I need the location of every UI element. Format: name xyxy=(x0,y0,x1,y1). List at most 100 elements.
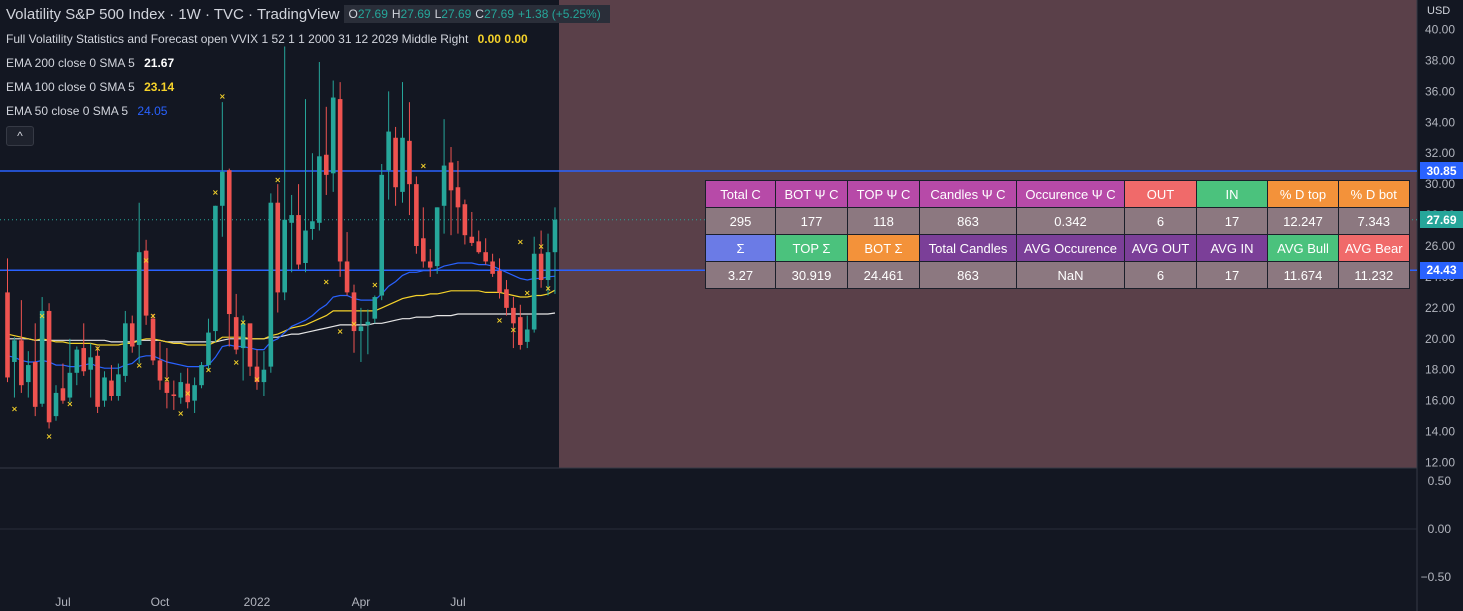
candle-body-33 xyxy=(233,317,239,350)
t-row3-cell-1: TOP Σ xyxy=(775,234,848,262)
time-tick-1: Oct xyxy=(151,595,170,609)
candle-body-1 xyxy=(12,340,17,362)
candle-body-40 xyxy=(282,219,287,293)
table-header-row-1: Total C BOT Ψ C TOP Ψ C Candles Ψ C Occurenc… xyxy=(705,180,1410,208)
ema100-value: 23.14 xyxy=(144,80,175,94)
t-row4-cell-6: 17 xyxy=(1196,261,1268,289)
candle-body-61 xyxy=(427,261,433,268)
chart-root: × × × × × × × × × × × × × × × × × × × × × × × × × × × × × 40.00 38.00… xyxy=(0,0,1463,611)
candle-body-77 xyxy=(538,253,544,281)
price-tick-7: 26.00 xyxy=(1425,239,1455,253)
table-value-row-1: 295 177 118 863 0.342 6 17 12.247 7.343 xyxy=(705,207,1410,235)
indicator-legend[interactable]: Full Volatility Statistics and Forecast … xyxy=(6,32,528,46)
signal-marker-6: × xyxy=(143,256,150,265)
lower-pane-ticks: 0.50 0.00 −0.50 xyxy=(1421,474,1452,584)
t-row4-cell-1: 30.919 xyxy=(775,261,848,289)
candle-body-29 xyxy=(206,332,211,366)
t-row2-cell-7: 12.247 xyxy=(1267,207,1339,235)
candle-body-78 xyxy=(545,252,551,281)
symbol-legend: Volatility S&P 500 Index · 1W · TVC · Tr… xyxy=(6,5,610,23)
t-row2-cell-3: 863 xyxy=(919,207,1017,235)
candle-body-27 xyxy=(192,385,197,401)
candle-body-22 xyxy=(157,360,163,381)
candle-body-69 xyxy=(483,252,488,262)
candle-body-0 xyxy=(5,292,10,378)
t-row4-cell-2: 24.461 xyxy=(847,261,920,289)
candle-body-19 xyxy=(136,252,142,345)
candle-body-47 xyxy=(330,97,336,174)
ema-lines xyxy=(7,262,556,369)
signal-marker-3: × xyxy=(67,400,74,409)
lower-tick-1: 0.00 xyxy=(1428,522,1452,536)
signal-marker-19: × xyxy=(337,327,344,336)
candle-body-37 xyxy=(261,369,267,383)
t-row3-cell-2: BOT Σ xyxy=(847,234,920,262)
candle-body-55 xyxy=(386,131,391,171)
price-tick-14: 12.00 xyxy=(1425,456,1455,470)
candle-body-65 xyxy=(455,187,461,208)
candle-body-66 xyxy=(462,204,468,236)
signal-marker-11: × xyxy=(205,366,212,375)
ohlc-key-0: O xyxy=(348,7,358,21)
candle-body-16 xyxy=(116,374,121,397)
candle-body-74 xyxy=(518,317,523,345)
signal-marker-14: × xyxy=(233,358,240,367)
candle-body-14 xyxy=(102,377,107,401)
ema50-legend[interactable]: EMA 50 close 0 SMA 5 24.05 xyxy=(6,104,167,118)
signal-markers: × × × × × × × × × × × × × × × × × × × × × × × × × × × × × xyxy=(11,92,551,441)
candle-body-71 xyxy=(497,270,502,293)
t-row4-cell-8: 11.232 xyxy=(1338,261,1410,289)
ohlc-value-1: 27.69 xyxy=(400,7,431,21)
signal-marker-24: × xyxy=(510,326,517,335)
t-row3-cell-8: AVG Bear xyxy=(1338,234,1410,262)
price-tick-1: 38.00 xyxy=(1425,53,1455,67)
t-row1-cell-6: IN xyxy=(1196,180,1268,208)
t-row4-cell-0: 3.27 xyxy=(705,261,776,289)
t-row3-cell-7: AVG Bull xyxy=(1267,234,1339,262)
ema50-label: EMA 50 close 0 SMA 5 xyxy=(6,104,129,118)
t-row2-cell-2: 118 xyxy=(847,207,920,235)
candle-body-67 xyxy=(469,236,475,243)
ema200-value: 21.67 xyxy=(144,56,175,70)
ema50-line xyxy=(7,262,556,369)
t-row4-cell-5: 6 xyxy=(1124,261,1197,289)
ema200-label: EMA 200 close 0 SMA 5 xyxy=(6,56,135,70)
ohlc-value-0: 27.69 xyxy=(357,7,388,21)
t-row3-cell-4: AVG Occurence xyxy=(1016,234,1125,262)
candle-body-59 xyxy=(414,184,419,246)
lower-tick-0: 0.50 xyxy=(1428,474,1452,488)
signal-marker-0: × xyxy=(11,404,18,413)
signal-marker-20: × xyxy=(351,319,358,328)
ohlc-key-1: H xyxy=(391,7,401,21)
t-row1-cell-7: % D top xyxy=(1267,180,1339,208)
candle-body-42 xyxy=(296,215,301,265)
candle-body-25 xyxy=(178,382,184,398)
time-tick-0: Jul xyxy=(55,595,70,609)
candle-body-28 xyxy=(199,365,204,386)
chevron-up-icon: ^ xyxy=(17,129,23,143)
candle-body-5 xyxy=(39,310,45,404)
ema200-legend[interactable]: EMA 200 close 0 SMA 5 21.67 xyxy=(6,56,174,70)
time-tick-4: Jul xyxy=(450,595,465,609)
signal-marker-9: × xyxy=(177,409,184,418)
price-tick-11: 18.00 xyxy=(1425,363,1455,377)
chart-svg: × × × × × × × × × × × × × × × × × × × × × × × × × × × × × 40.00 38.00… xyxy=(0,0,1455,611)
candle-body-34 xyxy=(240,323,246,349)
ema100-legend[interactable]: EMA 100 close 0 SMA 5 23.14 xyxy=(6,80,174,94)
candle-body-63 xyxy=(441,165,447,206)
candle-body-73 xyxy=(511,307,516,324)
currency-label[interactable]: USD xyxy=(1427,5,1450,17)
price-tick-10: 20.00 xyxy=(1425,332,1455,346)
ohlc-value-2: 27.69 xyxy=(441,7,472,21)
candle-body-43 xyxy=(303,230,308,264)
collapse-legend-button[interactable]: ^ xyxy=(6,126,34,146)
t-row2-cell-1: 177 xyxy=(775,207,848,235)
price-badge-2: 24.43 xyxy=(1420,261,1463,279)
table-header-row-2: Σ TOP Σ BOT Σ Total Candles AVG Occurence AVG… xyxy=(705,234,1410,262)
price-badge-0: 30.85 xyxy=(1420,162,1463,180)
indicator-label: Full Volatility Statistics and Forecast … xyxy=(6,32,469,46)
price-axis-ticks: 40.0038.0036.0034.0032.0030.0028.0026.00… xyxy=(1425,23,1455,470)
time-tick-2: 2022 xyxy=(244,595,271,609)
signal-marker-21: × xyxy=(371,281,378,290)
candle-body-13 xyxy=(95,355,100,407)
